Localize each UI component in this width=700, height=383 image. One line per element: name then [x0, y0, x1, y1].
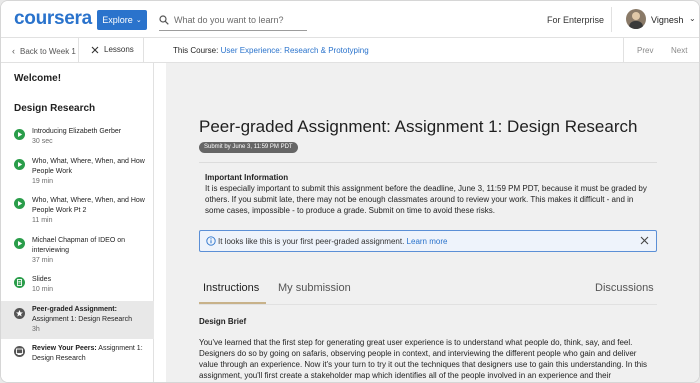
avatar[interactable]	[626, 9, 646, 29]
explore-button[interactable]: Explore ⌄	[97, 10, 147, 30]
learn-more-link[interactable]: Learn more	[407, 237, 448, 246]
lessons-sidebar: Welcome! Design Research Introducing Eli…	[1, 63, 154, 382]
sidebar-item-people-work-pt2[interactable]: Who, What, Where, When, and How People W…	[1, 195, 154, 229]
play-icon	[14, 238, 25, 249]
important-info-heading: Important Information	[205, 173, 289, 182]
tabs-divider	[199, 304, 657, 305]
first-assignment-notice: It looks like this is your first peer-gr…	[199, 230, 657, 252]
sidebar-item-people-work[interactable]: Who, What, Where, When, and How People W…	[1, 156, 154, 190]
chevron-down-icon[interactable]: ⌄	[689, 14, 696, 23]
coursera-logo[interactable]: coursera	[14, 8, 92, 30]
search-input[interactable]	[174, 14, 304, 25]
subbar-divider	[78, 38, 79, 63]
lessons-toggle[interactable]: Lessons	[91, 45, 134, 54]
for-enterprise-link[interactable]: For Enterprise	[547, 15, 604, 25]
design-brief-heading: Design Brief	[199, 317, 247, 326]
sidebar-item-label: Slides	[32, 276, 52, 283]
info-icon	[206, 236, 216, 246]
sidebar-item-duration: 37 min	[32, 257, 54, 264]
play-icon	[14, 129, 25, 140]
sidebar-item-label: Who, What, Where, When, and How People W…	[32, 158, 145, 175]
prev-button[interactable]: Prev	[637, 46, 653, 55]
notice-text: It looks like this is your first peer-gr…	[218, 237, 448, 246]
sidebar-item-label: Who, What, Where, When, and How People W…	[32, 197, 145, 214]
course-prefix: This Course:	[173, 46, 219, 55]
tab-instructions[interactable]: Instructions	[203, 282, 259, 294]
chevron-down-icon: ⌄	[135, 17, 142, 24]
search-bar[interactable]	[159, 9, 307, 31]
main-content	[166, 63, 699, 382]
back-to-week-link[interactable]: ‹ Back to Week 1	[12, 46, 76, 56]
search-icon	[159, 14, 169, 25]
sidebar-item-duration: 10 min	[32, 286, 54, 293]
play-icon	[14, 159, 25, 170]
back-label: Back to Week 1	[20, 46, 76, 56]
sidebar-item-label: Michael Chapman of IDEO on interviewing	[32, 237, 125, 254]
sidebar-item-review-peers[interactable]: Review Your Peers: Assignment 1: Design …	[1, 343, 154, 369]
close-icon[interactable]	[639, 235, 650, 246]
subbar-divider	[143, 38, 144, 63]
star-icon	[14, 308, 25, 319]
play-icon	[14, 198, 25, 209]
user-name[interactable]: Vignesh	[651, 15, 683, 25]
course-link[interactable]: User Experience: Research & Prototyping	[221, 46, 369, 55]
next-button[interactable]: Next	[671, 46, 687, 55]
sidebar-item-michael-chapman[interactable]: Michael Chapman of IDEO on interviewing …	[1, 235, 154, 269]
sidebar-item-peer-graded-assignment[interactable]: Peer-graded Assignment: Assignment 1: De…	[1, 301, 154, 339]
sidebar-item-label: Review Your Peers: Assignment 1: Design …	[32, 345, 143, 362]
chevron-left-icon: ‹	[12, 46, 15, 56]
document-icon	[14, 277, 25, 288]
course-breadcrumb: This Course: User Experience: Research &…	[173, 46, 369, 55]
subbar-divider	[623, 38, 624, 63]
design-brief-body: You've learned that the first step for g…	[199, 338, 648, 380]
app-window: coursera Explore ⌄ For Enterprise Vignes…	[0, 0, 700, 383]
top-navbar: coursera Explore ⌄ For Enterprise Vignes…	[1, 1, 699, 38]
sidebar-item-duration: 11 min	[32, 217, 53, 224]
close-icon	[91, 46, 99, 53]
sidebar-item-label: Introducing Elizabeth Gerber	[32, 128, 122, 135]
sidebar-item-duration: 19 min	[32, 178, 54, 185]
sidebar-item-duration: 30 sec	[32, 138, 53, 145]
sidebar-item-slides[interactable]: Slides 10 min	[1, 274, 154, 300]
lessons-label: Lessons	[104, 45, 134, 54]
page-title: Peer-graded Assignment: Assignment 1: De…	[199, 117, 638, 136]
sidebar-item-duration: 3h	[32, 326, 40, 333]
explore-label: Explore	[102, 15, 133, 25]
header-divider	[611, 7, 612, 32]
important-info-body: It is especially important to submit thi…	[205, 184, 647, 215]
sidebar-item-introducing-elizabeth-gerber[interactable]: Introducing Elizabeth Gerber 30 sec	[1, 126, 154, 152]
review-icon	[14, 346, 25, 357]
divider	[199, 162, 657, 163]
sidebar-welcome[interactable]: Welcome!	[14, 73, 61, 84]
sidebar-section-title: Design Research	[14, 103, 96, 114]
tab-discussions[interactable]: Discussions	[595, 282, 654, 294]
sidebar-item-label: Peer-graded Assignment: Assignment 1: De…	[32, 306, 132, 323]
tab-my-submission[interactable]: My submission	[278, 282, 351, 294]
due-date-badge: Submit by June 3, 11:59 PM PDT	[199, 142, 298, 153]
course-subbar: ‹ Back to Week 1 Lessons This Course: Us…	[1, 38, 699, 63]
